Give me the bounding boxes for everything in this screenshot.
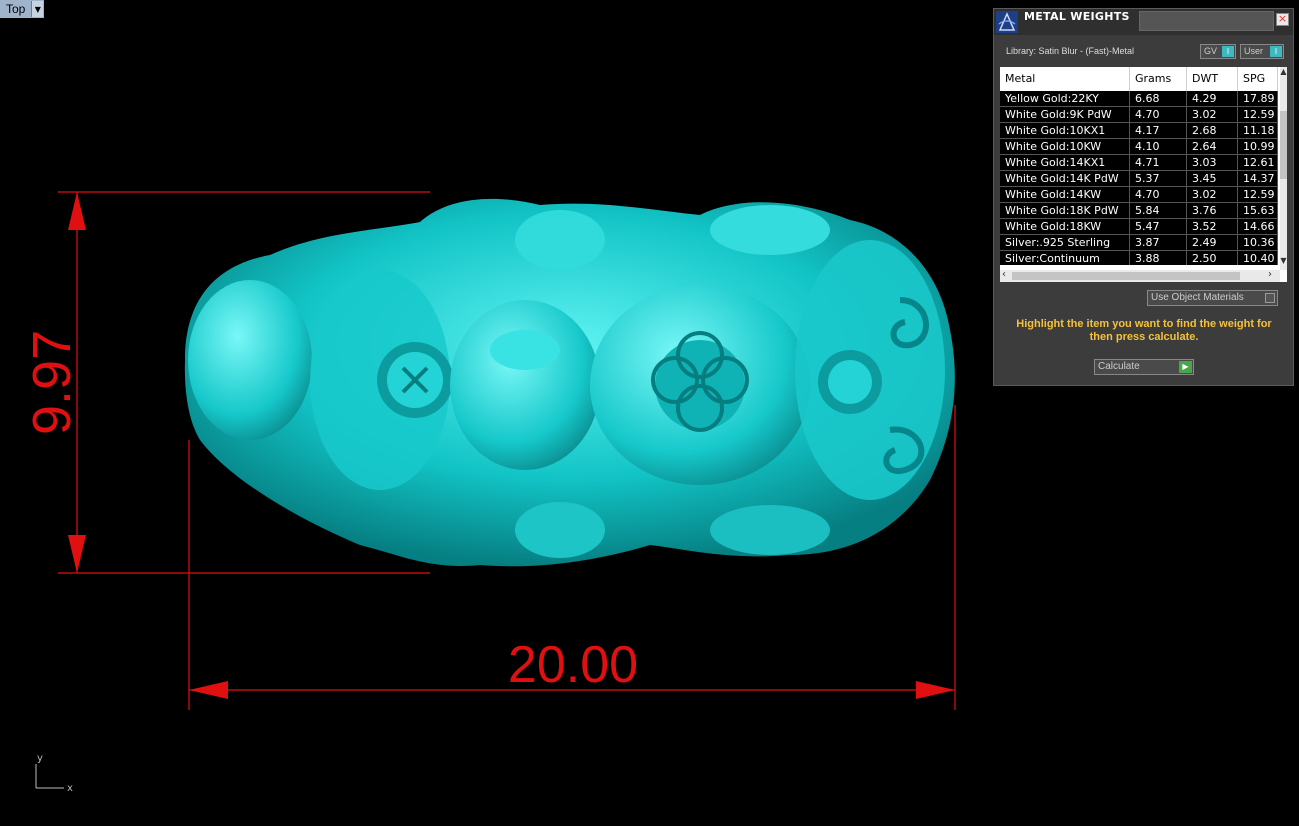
- table-header: Metal Grams DWT SPG: [1000, 67, 1278, 91]
- checkbox-icon[interactable]: [1265, 293, 1275, 303]
- cell-metal: White Gold:10KX1: [1000, 123, 1130, 138]
- calculate-button[interactable]: Calculate ▶: [1094, 359, 1194, 375]
- cell-grams: 5.37: [1130, 171, 1187, 186]
- cell-metal: White Gold:14KW: [1000, 187, 1130, 202]
- table-row[interactable]: White Gold:14KX1 4.71 3.03 12.61: [1000, 155, 1278, 171]
- cell-metal: White Gold:10KW: [1000, 139, 1130, 154]
- scroll-right-icon[interactable]: ›: [1268, 269, 1272, 280]
- cell-dwt: 2.68: [1187, 123, 1238, 138]
- cell-grams: 6.68: [1130, 91, 1187, 106]
- toggle-indicator-icon: I: [1222, 46, 1234, 57]
- cell-metal: White Gold:18K PdW: [1000, 203, 1130, 218]
- cell-grams: 4.70: [1130, 107, 1187, 122]
- cell-spg: 14.66: [1238, 219, 1278, 234]
- cell-spg: 11.18: [1238, 123, 1278, 138]
- close-icon[interactable]: ×: [1276, 13, 1289, 26]
- cell-grams: 5.84: [1130, 203, 1187, 218]
- table-row[interactable]: White Gold:10KX1 4.17 2.68 11.18: [1000, 123, 1278, 139]
- scroll-up-icon[interactable]: ▲: [1280, 67, 1287, 79]
- toggle-indicator-icon: I: [1270, 46, 1282, 57]
- column-header-metal[interactable]: Metal: [1000, 67, 1130, 91]
- cell-dwt: 3.03: [1187, 155, 1238, 170]
- viewport-title-label: Top: [6, 2, 26, 16]
- column-header-grams[interactable]: Grams: [1130, 67, 1187, 91]
- scroll-thumb[interactable]: [1280, 111, 1287, 179]
- instruction-text: Highlight the item you want to find the …: [1016, 318, 1272, 343]
- play-icon[interactable]: ▶: [1179, 361, 1192, 373]
- height-dimension-label: 9.97: [22, 330, 82, 435]
- scroll-left-icon[interactable]: ‹: [1002, 269, 1006, 280]
- panel-title: METAL WEIGHTS: [1024, 10, 1130, 23]
- cell-metal: Yellow Gold:22KY: [1000, 91, 1130, 106]
- column-header-dwt[interactable]: DWT: [1187, 67, 1238, 91]
- table-body: Yellow Gold:22KY 6.68 4.29 17.89 White Gold…: [1000, 91, 1278, 265]
- cell-dwt: 3.45: [1187, 171, 1238, 186]
- cell-spg: 17.89: [1238, 91, 1278, 106]
- cell-dwt: 2.49: [1187, 235, 1238, 250]
- app-logo-icon: [996, 11, 1018, 33]
- jewelry-model[interactable]: [184, 198, 955, 567]
- cell-dwt: 3.02: [1187, 187, 1238, 202]
- cell-metal: White Gold:14KX1: [1000, 155, 1130, 170]
- table-row[interactable]: White Gold:18KW 5.47 3.52 14.66: [1000, 219, 1278, 235]
- table-row[interactable]: Yellow Gold:22KY 6.68 4.29 17.89: [1000, 91, 1278, 107]
- metal-table[interactable]: Metal Grams DWT SPG Yellow Gold:22KY 6.68…: [1000, 67, 1287, 282]
- viewport-title[interactable]: Top ▼: [0, 0, 45, 18]
- cell-dwt: 3.52: [1187, 219, 1238, 234]
- user-toggle[interactable]: User I: [1240, 44, 1284, 59]
- scroll-thumb[interactable]: [1012, 272, 1240, 280]
- table-row[interactable]: Silver:.925 Sterling 3.87 2.49 10.36: [1000, 235, 1278, 251]
- user-toggle-label: User: [1244, 46, 1264, 56]
- cell-spg: 10.36: [1238, 235, 1278, 250]
- cell-spg: 10.99: [1238, 139, 1278, 154]
- cell-dwt: 3.02: [1187, 107, 1238, 122]
- table-row[interactable]: Silver:Continuum 3.88 2.50 10.40: [1000, 251, 1278, 265]
- scroll-down-icon[interactable]: ▼: [1280, 256, 1287, 268]
- axis-x-label: x: [67, 783, 73, 794]
- table-row[interactable]: White Gold:10KW 4.10 2.64 10.99: [1000, 139, 1278, 155]
- cell-metal: White Gold:9K PdW: [1000, 107, 1130, 122]
- gv-toggle[interactable]: GV I: [1200, 44, 1236, 59]
- chevron-down-icon[interactable]: ▼: [31, 1, 44, 17]
- use-object-materials-label: Use Object Materials: [1151, 292, 1244, 303]
- cell-spg: 15.63: [1238, 203, 1278, 218]
- horizontal-scrollbar[interactable]: ‹ ›: [1000, 269, 1280, 282]
- panel-titlebar-field: [1139, 11, 1274, 31]
- cell-grams: 3.88: [1130, 251, 1187, 265]
- cell-spg: 12.59: [1238, 107, 1278, 122]
- table-row[interactable]: White Gold:14KW 4.70 3.02 12.59: [1000, 187, 1278, 203]
- gv-toggle-label: GV: [1204, 46, 1218, 56]
- table-row[interactable]: White Gold:14K PdW 5.37 3.45 14.37: [1000, 171, 1278, 187]
- cell-metal: Silver:.925 Sterling: [1000, 235, 1130, 250]
- metal-weights-panel: METAL WEIGHTS × Library: Satin Blur - (F…: [993, 8, 1294, 386]
- cell-spg: 12.61: [1238, 155, 1278, 170]
- cell-grams: 4.10: [1130, 139, 1187, 154]
- table-row[interactable]: White Gold:9K PdW 4.70 3.02 12.59: [1000, 107, 1278, 123]
- cell-metal: White Gold:14K PdW: [1000, 171, 1130, 186]
- axis-gizmo: [35, 764, 64, 789]
- vertical-scrollbar[interactable]: ▲ ▼: [1280, 67, 1287, 270]
- cell-grams: 3.87: [1130, 235, 1187, 250]
- panel-header[interactable]: METAL WEIGHTS ×: [994, 9, 1293, 35]
- cell-dwt: 2.50: [1187, 251, 1238, 265]
- cell-spg: 14.37: [1238, 171, 1278, 186]
- cell-spg: 12.59: [1238, 187, 1278, 202]
- library-label: Library: Satin Blur - (Fast)-Metal: [1006, 46, 1135, 56]
- use-object-materials-checkbox[interactable]: Use Object Materials: [1147, 290, 1278, 306]
- cell-grams: 4.17: [1130, 123, 1187, 138]
- calculate-label: Calculate: [1098, 361, 1140, 372]
- axis-y-label: y: [37, 753, 43, 764]
- cell-grams: 4.71: [1130, 155, 1187, 170]
- cell-grams: 4.70: [1130, 187, 1187, 202]
- cell-dwt: 4.29: [1187, 91, 1238, 106]
- table-row[interactable]: White Gold:18K PdW 5.84 3.76 15.63: [1000, 203, 1278, 219]
- cell-metal: White Gold:18KW: [1000, 219, 1130, 234]
- cell-dwt: 3.76: [1187, 203, 1238, 218]
- cell-grams: 5.47: [1130, 219, 1187, 234]
- cell-spg: 10.40: [1238, 251, 1278, 265]
- column-header-spg[interactable]: SPG: [1238, 67, 1278, 91]
- cell-metal: Silver:Continuum: [1000, 251, 1130, 265]
- cell-dwt: 2.64: [1187, 139, 1238, 154]
- width-dimension-label: 20.00: [508, 636, 638, 694]
